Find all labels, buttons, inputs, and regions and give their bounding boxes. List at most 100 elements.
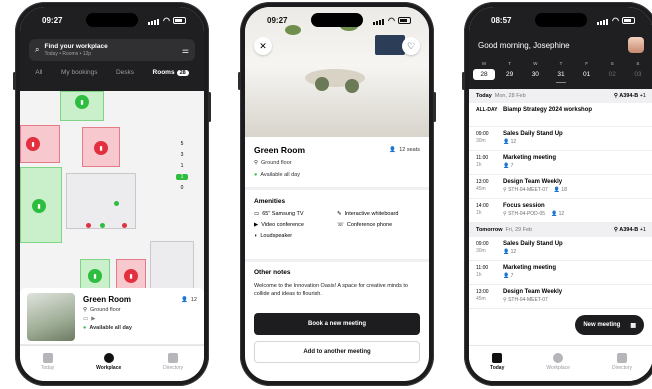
amenity-label: Video conference	[261, 222, 304, 228]
event-duration: 30m	[476, 137, 486, 144]
event-duration: 45m	[476, 295, 486, 302]
avatar[interactable]	[628, 37, 644, 53]
new-meeting-button[interactable]: New meeting ▦	[575, 315, 644, 335]
search-icon: ⌕	[35, 45, 40, 54]
tab-rooms[interactable]: Rooms 28	[153, 69, 189, 76]
amenities-list: ▭ 65" Samsung TV ✎ Interactive whiteboard …	[254, 211, 420, 239]
tab-rooms-label: Rooms	[152, 69, 175, 76]
nav-directory[interactable]: Directory	[163, 352, 184, 371]
event-duration: 1h	[476, 271, 482, 278]
notes-text: Welcome to the Innovation Oasis! A space…	[254, 283, 408, 297]
tab-my-bookings[interactable]: My bookings	[61, 69, 98, 76]
agenda-event[interactable]: 11:00 1h Marketing meeting 👤 7	[469, 151, 652, 175]
event-duration: 1h	[476, 161, 482, 168]
section-divider	[245, 187, 429, 190]
nav-today[interactable]: Today	[41, 352, 54, 371]
desk-occupied-dot[interactable]	[86, 223, 91, 228]
available-room-pin[interactable]: ▮	[88, 269, 102, 283]
room-card[interactable]: Green Room 👤 12 ⚲ Ground floor ▭ ▶ ● Availab…	[20, 288, 204, 344]
day-picker-item[interactable]: F 01	[576, 61, 598, 83]
tab-all[interactable]: All	[35, 69, 42, 76]
agenda-day-header: Today Mon, 28 Feb ⚲ A394-B +1	[469, 89, 652, 103]
nav-workplace[interactable]: Workplace	[546, 352, 570, 371]
nav-today[interactable]: Today	[490, 352, 505, 371]
add-to-meeting-button[interactable]: Add to another meeting	[254, 341, 420, 363]
day-header-extra: +1	[639, 93, 646, 99]
agenda-event[interactable]: 13:00 45m Design Team Weekly ⚲ STH-04-MEET-…	[469, 175, 652, 199]
people-icon: 👤	[389, 147, 397, 153]
agenda-event[interactable]: ALL-DAY Biamp Strategy 2024 workshop	[469, 103, 652, 127]
location-pin-icon: ⚲	[503, 297, 507, 303]
day-letter: S	[610, 61, 614, 66]
agenda-list: Today Mon, 28 Feb ⚲ A394-B +1 ALL-DAY Bia…	[469, 89, 652, 381]
day-picker-item[interactable]: T 31	[550, 61, 572, 83]
day-letter: T	[508, 61, 512, 66]
day-header-label: Today	[476, 93, 492, 99]
day-picker-item[interactable]: S 03	[627, 61, 649, 83]
day-header-date: Mon, 28 Feb	[494, 93, 526, 99]
agenda-event[interactable]: 09:00 30m Sales Daily Stand Up 👤 12	[469, 127, 652, 151]
occupied-room-pin[interactable]: ▮	[124, 269, 138, 283]
desk-occupied-dot[interactable]	[122, 223, 127, 228]
agenda-event[interactable]: 14:00 1h Focus session ⚲ STH-04-POD-05 👤 12	[469, 199, 652, 223]
desk-available-dot[interactable]	[114, 201, 119, 206]
status-time: 08:57	[491, 15, 512, 25]
phone-side-button	[462, 72, 465, 90]
room-title: Green Room	[254, 145, 306, 155]
agenda-event[interactable]: 11:00 1h Marketing meeting 👤 7	[469, 261, 652, 285]
event-time: ALL-DAY	[476, 107, 498, 113]
day-picker-item[interactable]: M 28	[473, 61, 495, 83]
occupied-room-pin[interactable]: ▮	[26, 137, 40, 151]
workplace-search[interactable]: ⌕ Find your workplace Today • Rooms • 12…	[29, 39, 195, 61]
directory-icon	[616, 352, 627, 363]
battery-icon	[622, 16, 635, 24]
floor-map[interactable]: ▮ ▮ ▮ ▮ ▮ ▮ 5 3 1 1 0	[20, 91, 204, 301]
day-number: 30	[531, 71, 539, 78]
day-picker-item[interactable]: W 30	[524, 61, 546, 83]
favorite-button[interactable]: ♡	[402, 37, 420, 55]
room-card-availability: Available all day	[89, 325, 132, 331]
amenity-item: ▶ Video conference	[254, 222, 337, 228]
filter-icon[interactable]: ⚌	[182, 46, 189, 55]
map-count-label: 1	[180, 163, 184, 169]
signal-icon	[597, 16, 609, 25]
nav-directory[interactable]: Directory	[612, 352, 632, 371]
room-location: Ground floor	[261, 160, 292, 166]
close-icon: ✕	[259, 40, 267, 51]
signal-icon	[148, 16, 160, 25]
tab-desks[interactable]: Desks	[116, 69, 134, 76]
directory-icon	[168, 352, 179, 363]
occupied-room-pin[interactable]: ▮	[94, 141, 108, 155]
nav-workplace[interactable]: Workplace	[96, 352, 121, 371]
bottom-nav: Today Workplace Directory	[469, 345, 652, 381]
nav-workplace-label: Workplace	[546, 364, 570, 371]
event-title: Focus session	[503, 203, 545, 209]
day-number: 28	[473, 69, 495, 80]
nav-today-label: Today	[490, 364, 505, 371]
day-header-extra: +1	[639, 227, 646, 233]
event-title: Sales Daily Stand Up	[503, 131, 563, 137]
nav-directory-label: Directory	[163, 364, 184, 371]
close-button[interactable]: ✕	[254, 37, 272, 55]
greeting: Good morning, Josephine	[478, 41, 570, 50]
event-title: Design Team Weekly	[503, 289, 563, 295]
agenda-event[interactable]: 13:00 45m Design Team Weekly ⚲ STH-04-MEET-…	[469, 285, 652, 309]
book-meeting-button[interactable]: Book a new meeting	[254, 313, 420, 335]
dynamic-island	[535, 13, 587, 27]
available-room-pin[interactable]: ▮	[75, 95, 89, 109]
day-picker-item[interactable]: S 02	[601, 61, 623, 83]
event-title: Sales Daily Stand Up	[503, 241, 563, 247]
available-room-pin[interactable]: ▮	[32, 199, 46, 213]
map-room[interactable]	[66, 173, 136, 229]
calendar-plus-icon: ▦	[630, 322, 636, 329]
day-picker-item[interactable]: T 29	[499, 61, 521, 83]
agenda-event[interactable]: 09:00 30m Sales Daily Stand Up 👤 12	[469, 237, 652, 261]
signal-icon	[373, 16, 385, 25]
desk-available-dot[interactable]	[100, 223, 105, 228]
room-card-location: Ground floor	[90, 307, 121, 313]
location-pin-icon: ⚲	[254, 160, 259, 166]
people-icon: 👤	[503, 273, 510, 279]
location-pin-icon: ⚲	[83, 307, 88, 313]
amenity-label: Conference phone	[346, 222, 393, 228]
phone-side-button	[13, 72, 16, 90]
